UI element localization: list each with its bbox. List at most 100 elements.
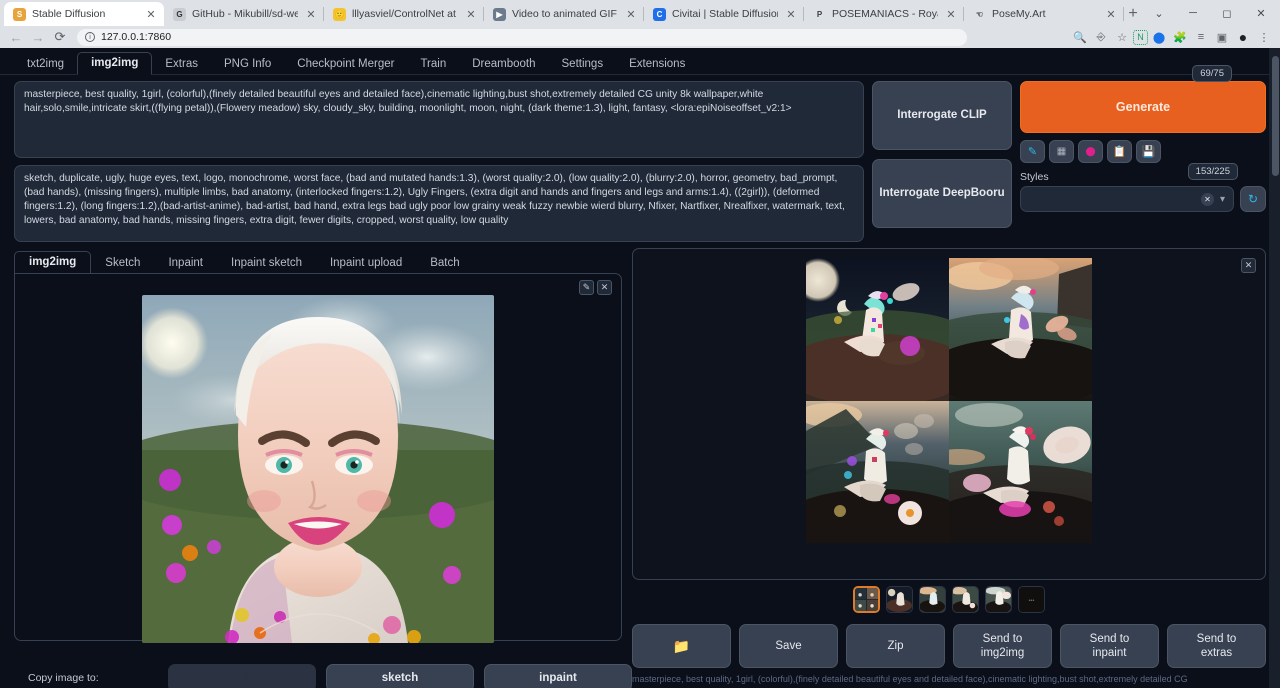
forward-icon[interactable]: → bbox=[28, 27, 48, 47]
gallery-thumbnail[interactable] bbox=[952, 586, 979, 613]
tab-png-info[interactable]: PNG Info bbox=[211, 54, 284, 75]
paste-arrow-icon[interactable]: ✎ bbox=[1020, 140, 1045, 163]
open-folder-button[interactable]: 📁 bbox=[632, 624, 731, 668]
back-icon[interactable]: ← bbox=[6, 27, 26, 47]
tab-title: GitHub - Mikubill/sd-webui-co bbox=[192, 8, 298, 20]
tab-title: POSEMANIACS - Royalty free 3 bbox=[832, 8, 938, 20]
extra-networks-icon[interactable]: ⬤ bbox=[1078, 140, 1103, 163]
send-to-inpaint-button[interactable]: Send to inpaint bbox=[1060, 624, 1159, 668]
tab-close-icon[interactable]: ✕ bbox=[144, 7, 158, 21]
star-icon[interactable]: ☆ bbox=[1112, 27, 1132, 47]
zoom-icon[interactable]: 🔍 bbox=[1070, 27, 1090, 47]
copy-to-img2img-button[interactable]: img2img bbox=[168, 664, 316, 688]
tab-close-icon[interactable]: ✕ bbox=[784, 7, 798, 21]
reload-icon[interactable]: ⟳ bbox=[50, 27, 70, 47]
result-image-grid[interactable] bbox=[806, 258, 1092, 543]
tab-settings[interactable]: Settings bbox=[549, 54, 617, 75]
copy-image-to-label: Copy image to: bbox=[28, 672, 158, 684]
copy-to-inpaint-button[interactable]: inpaint bbox=[484, 664, 632, 688]
info-icon[interactable]: i bbox=[85, 32, 95, 42]
page-scrollbar-track[interactable] bbox=[1269, 48, 1280, 688]
save-style-icon[interactable]: 💾 bbox=[1136, 140, 1161, 163]
tab-close-icon[interactable]: ✕ bbox=[464, 7, 478, 21]
result-image-1[interactable] bbox=[806, 258, 949, 401]
zip-button[interactable]: Zip bbox=[846, 624, 945, 668]
tab-title: Civitai | Stable Diffusion models bbox=[672, 8, 778, 20]
browser-toolbar: ← → ⟳ i 127.0.0.1:7860 🔍 ⎆ ☆ N ⬤ 🧩 ≡ ▣ ●… bbox=[0, 26, 1280, 48]
subtab-sketch[interactable]: Sketch bbox=[91, 253, 154, 274]
tab-extensions[interactable]: Extensions bbox=[616, 54, 698, 75]
browser-tab[interactable]: G GitHub - Mikubill/sd-webui-co ✕ bbox=[164, 2, 324, 26]
source-image-panel[interactable]: ✎ ✕ bbox=[14, 273, 622, 641]
remove-image-icon[interactable]: ✕ bbox=[597, 280, 612, 295]
n-extension-icon[interactable]: N bbox=[1133, 30, 1148, 45]
tab-search-icon[interactable]: ⌄ bbox=[1142, 0, 1176, 26]
tab-dreambooth[interactable]: Dreambooth bbox=[459, 54, 548, 75]
tab-close-icon[interactable]: ✕ bbox=[624, 7, 638, 21]
puzzle-icon[interactable]: 🧩 bbox=[1170, 27, 1190, 47]
profile-avatar-icon[interactable]: ● bbox=[1233, 27, 1253, 47]
edit-image-icon[interactable]: ✎ bbox=[579, 280, 594, 295]
clear-prompt-icon[interactable]: ▦ bbox=[1049, 140, 1074, 163]
browser-tab[interactable]: S Stable Diffusion ✕ bbox=[4, 2, 164, 26]
negative-prompt-input[interactable]: sketch, duplicate, ugly, huge eyes, text… bbox=[14, 165, 864, 242]
result-image-2[interactable] bbox=[949, 258, 1092, 401]
subtab-img2img[interactable]: img2img bbox=[14, 251, 91, 274]
subtab-inpaint-sketch[interactable]: Inpaint sketch bbox=[217, 253, 316, 274]
positive-prompt-input[interactable]: masterpiece, best quality, 1girl, (color… bbox=[14, 81, 864, 158]
tab-extras[interactable]: Extras bbox=[152, 54, 211, 75]
refresh-icon[interactable]: ↻ bbox=[1240, 186, 1266, 212]
page-scrollbar-thumb[interactable] bbox=[1272, 56, 1279, 176]
tab-close-icon[interactable]: ✕ bbox=[304, 7, 318, 21]
interrogate-clip-button[interactable]: Interrogate CLIP bbox=[872, 81, 1012, 150]
side-panel-icon[interactable]: ▣ bbox=[1212, 27, 1232, 47]
apply-style-icon[interactable]: 📋 bbox=[1107, 140, 1132, 163]
share-icon[interactable]: ⎆ bbox=[1091, 27, 1111, 47]
generate-panel: Interrogate CLIP Interrogate DeepBooru G… bbox=[872, 81, 1266, 242]
tab-img2img[interactable]: img2img bbox=[77, 52, 152, 75]
tab-close-icon[interactable]: ✕ bbox=[944, 7, 958, 21]
result-image-4[interactable] bbox=[949, 401, 1092, 544]
browser-tab[interactable]: 🙂 lllyasviel/ControlNet at main ✕ bbox=[324, 2, 484, 26]
minimize-button[interactable]: ─ bbox=[1176, 0, 1210, 26]
img2img-sub-tab-bar: img2img Sketch Inpaint Inpaint sketch In… bbox=[14, 248, 622, 273]
maximize-button[interactable]: ◻ bbox=[1210, 0, 1244, 26]
tab-title: Video to animated GIF converter bbox=[512, 8, 618, 20]
kebab-menu-icon[interactable]: ⋮ bbox=[1254, 27, 1274, 47]
source-image[interactable] bbox=[142, 295, 494, 643]
chevron-down-icon[interactable]: ▾ bbox=[1220, 194, 1225, 205]
gallery-thumbnail[interactable] bbox=[985, 586, 1012, 613]
reading-list-icon[interactable]: ≡ bbox=[1191, 27, 1211, 47]
tab-txt2img[interactable]: txt2img bbox=[14, 54, 77, 75]
styles-dropdown[interactable]: ✕ ▾ bbox=[1020, 186, 1234, 212]
new-tab-button[interactable]: + bbox=[1124, 2, 1142, 26]
blue-circle-icon[interactable]: ⬤ bbox=[1149, 27, 1169, 47]
subtab-batch[interactable]: Batch bbox=[416, 253, 473, 274]
send-to-img2img-button[interactable]: Send to img2img bbox=[953, 624, 1052, 668]
subtab-inpaint-upload[interactable]: Inpaint upload bbox=[316, 253, 416, 274]
copy-to-sketch-button[interactable]: sketch bbox=[326, 664, 474, 688]
generate-button[interactable]: Generate bbox=[1020, 81, 1266, 133]
browser-tab[interactable]: C Civitai | Stable Diffusion models ✕ bbox=[644, 2, 804, 26]
gallery-thumbnail[interactable] bbox=[886, 586, 913, 613]
source-image-tools: ✎ ✕ bbox=[579, 280, 612, 295]
address-bar[interactable]: i 127.0.0.1:7860 bbox=[77, 29, 967, 46]
subtab-inpaint[interactable]: Inpaint bbox=[154, 253, 217, 274]
tab-train[interactable]: Train bbox=[407, 54, 459, 75]
gallery-thumbnail[interactable] bbox=[919, 586, 946, 613]
tab-close-icon[interactable]: ✕ bbox=[1104, 7, 1118, 21]
save-button[interactable]: Save bbox=[739, 624, 838, 668]
browser-chrome: S Stable Diffusion ✕ G GitHub - Mikubill… bbox=[0, 0, 1280, 48]
result-image-3[interactable] bbox=[806, 401, 949, 544]
interrogate-deepbooru-button[interactable]: Interrogate DeepBooru bbox=[872, 159, 1012, 228]
browser-tab[interactable]: P POSEMANIACS - Royalty free 3 ✕ bbox=[804, 2, 964, 26]
browser-tab[interactable]: ▶ Video to animated GIF converter ✕ bbox=[484, 2, 644, 26]
close-gallery-icon[interactable]: ✕ bbox=[1241, 258, 1256, 273]
close-window-button[interactable]: ✕ bbox=[1244, 0, 1278, 26]
tab-checkpoint-merger[interactable]: Checkpoint Merger bbox=[284, 54, 407, 75]
clear-x-icon[interactable]: ✕ bbox=[1201, 193, 1214, 206]
send-to-extras-button[interactable]: Send to extras bbox=[1167, 624, 1266, 668]
gallery-thumbnail[interactable]: ••• bbox=[1018, 586, 1045, 613]
gallery-thumbnail[interactable] bbox=[853, 586, 880, 613]
browser-tab[interactable]: ☜ PoseMy.Art ✕ bbox=[964, 2, 1124, 26]
